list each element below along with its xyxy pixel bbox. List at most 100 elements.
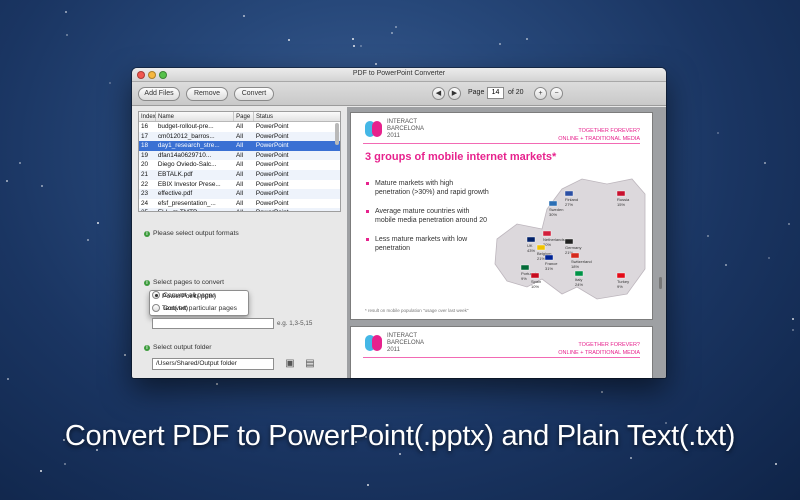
app-window: PDF to PowerPoint Converter Add Files Re… [132,68,666,378]
country-flag-icon [570,252,580,259]
cell-index: 20 [141,161,149,169]
brand-text: INTERACT BARCELONA 2011 [387,119,424,140]
table-row[interactable]: 16 budget-rollout-pre... All PowerPoint [139,122,340,132]
star [360,45,362,47]
star [707,235,709,237]
star [775,463,777,465]
column-header-name[interactable]: Name [156,112,235,121]
cell-page: All [236,199,244,207]
star [792,329,794,331]
zoom-in-button[interactable]: + [534,87,547,100]
cell-index: 19 [141,151,149,159]
add-files-button[interactable]: Add Files [138,87,180,101]
convert-button[interactable]: Convert [234,87,274,101]
cell-index: 25 [139,208,156,211]
remove-button[interactable]: Remove [186,87,228,101]
star [630,457,632,459]
pages-label: Select pages to convert [153,279,225,286]
previous-page-button[interactable]: ◀ [432,87,445,100]
divider [363,143,640,144]
page-number-input[interactable]: 14 [487,87,504,99]
open-folder-icon[interactable]: ▤ [304,359,316,369]
plus-icon: + [538,90,543,97]
column-header-status[interactable]: Status [254,112,340,121]
next-page-icon: ▶ [451,90,458,97]
country-value: 31% [545,266,553,271]
star [109,82,111,84]
cell-name: dfan14a0629710... [157,151,212,159]
country-flag-icon [530,272,540,279]
pages-section: i Select pages to convert [144,279,224,286]
star [40,470,42,472]
country-flag-icon [544,254,554,261]
preview-pane: INTERACT BARCELONA 2011 TOGETHER FOREVER… [347,107,666,378]
brand-line-3: 2011 [387,347,400,353]
star [66,34,68,36]
country-flag-icon [616,272,626,279]
country-value: 24% [575,282,583,287]
file-table: Index Name Page Status 16 budget-rollout-… [138,111,341,212]
star [399,453,401,455]
table-scrollbar[interactable] [335,123,339,145]
tagline-line-2: ONLINE + TRADITIONAL MEDIA [558,350,640,356]
star [64,463,66,465]
divider [363,357,640,358]
star [243,15,245,17]
title-bar: PDF to PowerPoint Converter [132,68,666,82]
page-total: of 20 [508,89,524,96]
star [601,391,603,393]
star [41,185,43,187]
tagline: TOGETHER FOREVER? ONLINE + TRADITIONAL M… [558,341,640,357]
table-row[interactable]: 23 effective.pdf All PowerPoint [139,189,340,199]
output-folder-label: Select output folder [153,344,212,351]
column-header-page[interactable]: Page [234,112,254,121]
cell-status: PowerPoint [255,170,289,178]
next-page-button[interactable]: ▶ [448,87,461,100]
preview-page: INTERACT BARCELONA 2011 TOGETHER FOREVER… [350,326,653,378]
cell-index: 22 [141,180,149,188]
europe-map: Finland27%Russia15%Sweden30%Netherlands2… [494,178,646,300]
star [97,222,99,224]
marketing-caption: Convert PDF to PowerPoint(.pptx) and Pla… [64,420,736,452]
table-row[interactable]: 22 EBIX Investor Prese... All PowerPoint [139,180,340,190]
table-row[interactable]: 20 Diego Oviedo-Salc... All PowerPoint [139,160,340,170]
window-title: PDF to PowerPoint Converter [352,70,446,77]
tagline-line-2: ONLINE + TRADITIONAL MEDIA [558,136,640,142]
table-row[interactable]: 17 cm012012_barros... All PowerPoint [139,131,340,142]
interact-logo [365,333,383,353]
radio-convert-particular[interactable]: Convert particular pages [152,304,237,312]
country-flag-icon [536,244,546,251]
radio-selected-icon [152,291,160,299]
radio-label: Convert all pages [163,291,216,299]
cell-status: PowerPoint [255,199,289,207]
star [19,162,21,164]
table-row[interactable]: 25El-L. m.TMTPAllPowerPoint [139,208,340,211]
star [526,38,528,40]
table-row[interactable]: 19 dfan14a0629710... All PowerPoint [139,150,340,161]
output-folder-path[interactable]: /Users/Shared/Output folder [152,358,274,370]
cell-page: All [236,170,244,178]
cell-index: 24 [141,199,149,207]
page-range-hint: e.g. 1,3-5,15 [277,320,313,327]
star [288,39,290,41]
output-folder-section: i Select output folder [144,344,212,351]
star [7,378,9,380]
folder-search-icon[interactable]: ▣ [284,359,296,369]
star [768,257,770,259]
radio-unselected-icon [152,304,160,312]
table-row[interactable]: 18 day1_research_stre... All PowerPoint [139,141,340,151]
zoom-out-button[interactable]: − [550,87,563,100]
brand-line-3: 2011 [387,133,400,139]
cell-name: budget-rollout-pre... [157,123,214,130]
preview-scrollbar[interactable] [659,277,662,289]
cell-index: 16 [141,123,149,130]
brand-line-2: BARCELONA [387,340,425,346]
table-row[interactable]: 21 EBTALK.pdf All PowerPoint [139,169,340,180]
star [725,264,727,266]
page-range-input[interactable] [152,318,274,329]
column-header-index[interactable]: Index [139,112,156,121]
radio-convert-all[interactable]: Convert all pages [152,291,216,299]
country-value: 9% [617,284,623,289]
table-row[interactable]: 24 efsf_presentation_... All PowerPoint [139,199,340,209]
cell-name: EBTALK.pdf [157,170,193,178]
